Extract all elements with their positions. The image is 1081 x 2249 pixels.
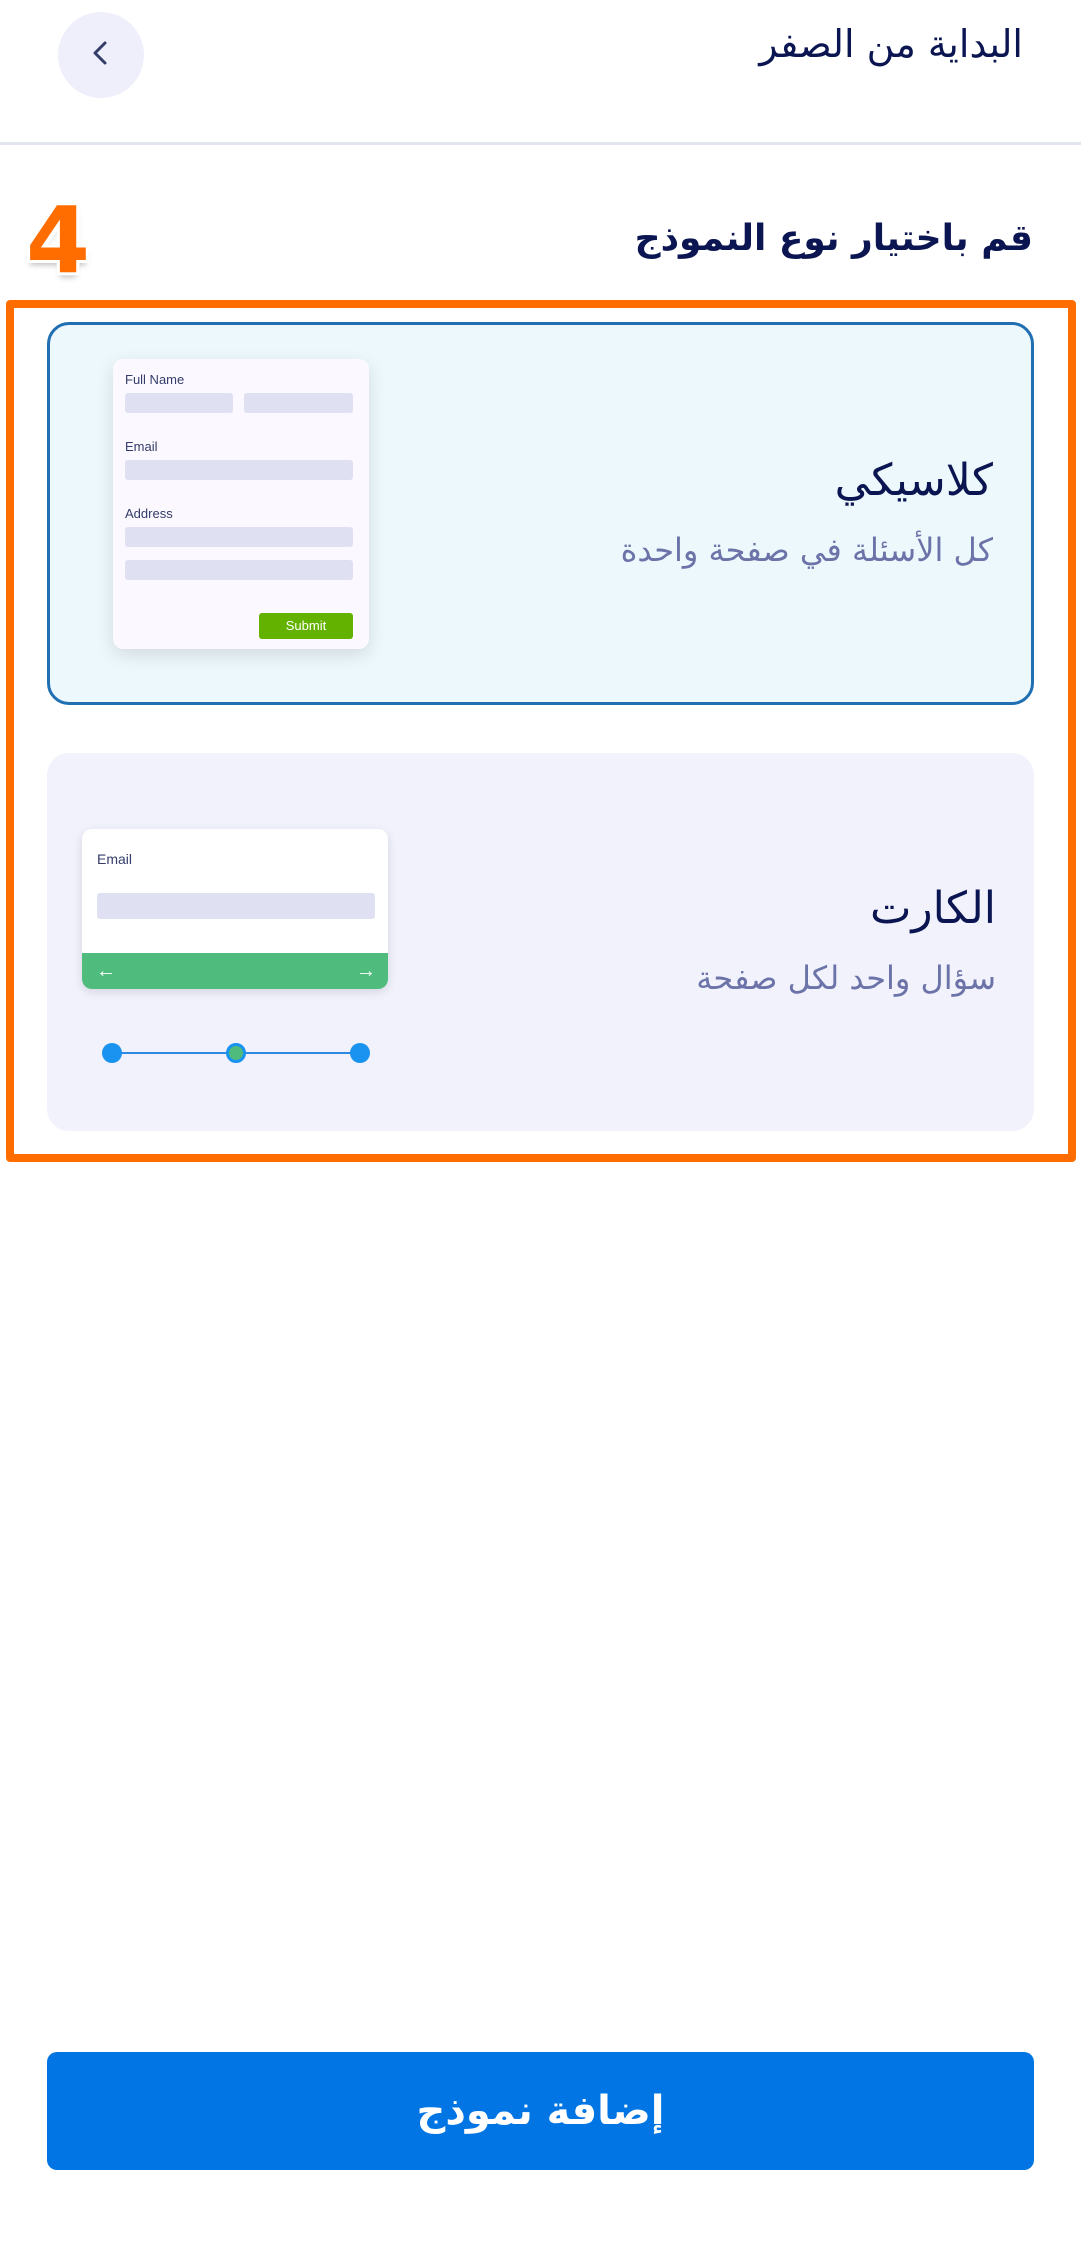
preview-progress-steps	[102, 1041, 370, 1065]
preview-email-label: Email	[97, 851, 133, 867]
form-type-option-classic[interactable]: Full Name Email Address Submit كلاسيكي ك…	[47, 322, 1034, 705]
preview-email-label: Email	[125, 439, 158, 454]
option-description: سؤال واحد لكل صفحة	[696, 959, 996, 997]
step-badge: 4	[25, 187, 90, 294]
option-description: كل الأسئلة في صفحة واحدة	[620, 531, 993, 569]
card-form-preview: Email ← →	[82, 829, 388, 989]
chevron-left-icon	[86, 38, 116, 72]
progress-dot	[350, 1043, 370, 1063]
section-heading: قم باختيار نوع النموذج	[634, 218, 1033, 259]
arrow-right-icon: →	[356, 960, 376, 982]
preview-email-field	[97, 893, 375, 919]
preview-first-name-field	[125, 393, 233, 413]
preview-submit-button: Submit	[259, 613, 353, 639]
add-form-button[interactable]: إضافة نموذج	[47, 2052, 1034, 2170]
preview-last-name-field	[244, 393, 353, 413]
preview-address-field-2	[125, 560, 353, 580]
preview-full-name-label: Full Name	[125, 372, 185, 387]
header: البداية من الصفر	[0, 0, 1081, 145]
classic-form-preview: Full Name Email Address Submit	[113, 359, 369, 649]
progress-dot	[102, 1043, 122, 1063]
arrow-left-icon: ←	[96, 960, 116, 982]
page-title: البداية من الصفر	[759, 22, 1023, 66]
page: البداية من الصفر 4 قم باختيار نوع النموذ…	[0, 0, 1081, 2249]
progress-dot-active	[226, 1043, 246, 1063]
preview-email-field	[125, 460, 353, 480]
form-type-option-card[interactable]: Email ← → الكارت سؤال واحد لكل صفحة	[47, 753, 1034, 1131]
preview-address-label: Address	[125, 506, 173, 521]
option-title: الكارت	[869, 883, 996, 934]
preview-navigation-bar: ← →	[82, 953, 388, 989]
preview-address-field-1	[125, 527, 353, 547]
option-title: كلاسيكي	[834, 455, 993, 506]
back-button[interactable]	[58, 12, 144, 98]
